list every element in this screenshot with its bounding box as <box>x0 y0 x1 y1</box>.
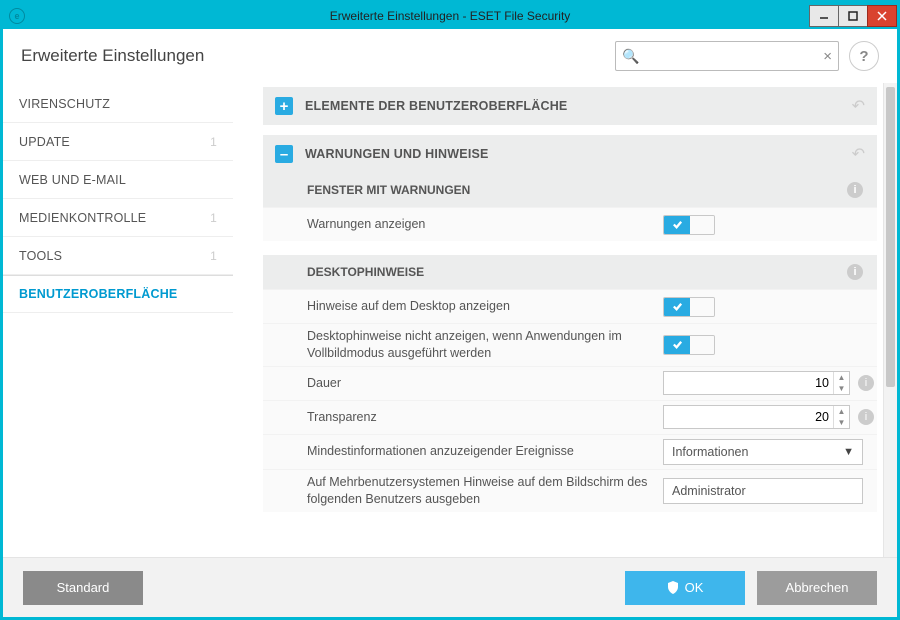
collapse-icon: – <box>275 145 293 163</box>
sidebar-item-count: 1 <box>210 249 217 263</box>
section-alerts-header[interactable]: – WARNUNGEN UND HINWEISE ↶ <box>263 135 877 173</box>
group-desktop-hints: DESKTOPHINWEISE i <box>263 255 877 289</box>
undo-icon[interactable]: ↶ <box>852 96 865 116</box>
info-icon[interactable]: i <box>847 264 863 280</box>
group-windows-warnings: FENSTER MIT WARNUNGEN i <box>263 173 877 207</box>
sidebar-item-label: VIRENSCHUTZ <box>19 97 110 111</box>
sidebar-item-label: WEB UND E-MAIL <box>19 173 126 187</box>
scrollbar-thumb[interactable] <box>886 87 895 387</box>
info-icon[interactable]: i <box>858 375 874 391</box>
cancel-button[interactable]: Abbrechen <box>757 571 877 605</box>
section-title: WARNUNGEN UND HINWEISE <box>305 147 489 161</box>
page-title: Erweiterte Einstellungen <box>21 46 204 66</box>
search-field[interactable]: 🔍 × <box>615 41 839 71</box>
transparency-value[interactable] <box>664 410 833 424</box>
row-transparency: Transparenz ▲▼ i <box>263 400 877 434</box>
group-title: DESKTOPHINWEISE <box>307 265 424 279</box>
row-multiuser: Auf Mehrbenutzersystemen Hinweise auf de… <box>263 469 877 512</box>
sidebar-item-label: BENUTZEROBERFLÄCHE <box>19 287 177 301</box>
maximize-button[interactable] <box>838 5 868 27</box>
sidebar-item-label: MEDIENKONTROLLE <box>19 211 146 225</box>
window-title: Erweiterte Einstellungen - ESET File Sec… <box>330 9 571 23</box>
toggle-show-warnings[interactable] <box>663 215 715 235</box>
setting-label: Desktophinweise nicht anzeigen, wenn Anw… <box>307 328 663 362</box>
info-icon[interactable]: i <box>858 409 874 425</box>
duration-input[interactable]: ▲▼ <box>663 371 850 395</box>
sidebar-item-web-email[interactable]: WEB UND E-MAIL <box>3 161 233 199</box>
setting-label: Hinweise auf dem Desktop anzeigen <box>307 298 663 315</box>
expand-icon: + <box>275 97 293 115</box>
page-header: Erweiterte Einstellungen 🔍 × ? <box>3 29 897 83</box>
multiuser-input[interactable]: Administrator <box>663 478 863 504</box>
toggle-show-desktop-hints[interactable] <box>663 297 715 317</box>
app-icon: e <box>9 8 25 24</box>
sidebar-item-label: UPDATE <box>19 135 70 149</box>
sidebar-item-virenschutz[interactable]: VIRENSCHUTZ <box>3 85 233 123</box>
setting-label: Warnungen anzeigen <box>307 216 663 233</box>
spinner-down-icon[interactable]: ▼ <box>834 383 849 394</box>
sidebar-item-medienkontrolle[interactable]: MEDIENKONTROLLE 1 <box>3 199 233 237</box>
select-value: Informationen <box>672 445 748 459</box>
settings-window: e Erweiterte Einstellungen - ESET File S… <box>3 3 897 617</box>
row-min-events: Mindestinformationen anzuzeigender Ereig… <box>263 434 877 469</box>
scrollbar[interactable] <box>883 83 897 557</box>
setting-label: Auf Mehrbenutzersystemen Hinweise auf de… <box>307 474 663 508</box>
setting-label: Dauer <box>307 375 663 392</box>
close-button[interactable] <box>867 5 897 27</box>
search-input[interactable] <box>639 49 823 64</box>
sidebar-item-update[interactable]: UPDATE 1 <box>3 123 233 161</box>
transparency-input[interactable]: ▲▼ <box>663 405 850 429</box>
section-title: ELEMENTE DER BENUTZEROBERFLÄCHE <box>305 99 567 113</box>
row-duration: Dauer ▲▼ i <box>263 366 877 400</box>
minimize-button[interactable] <box>809 5 839 27</box>
sidebar-item-benutzeroberflaeche[interactable]: BENUTZEROBERFLÄCHE <box>3 275 233 313</box>
section-ui-elements-header[interactable]: + ELEMENTE DER BENUTZEROBERFLÄCHE ↶ <box>263 87 877 125</box>
titlebar: e Erweiterte Einstellungen - ESET File S… <box>3 3 897 29</box>
spinner-up-icon[interactable]: ▲ <box>834 372 849 383</box>
duration-value[interactable] <box>664 376 833 390</box>
help-button[interactable]: ? <box>849 41 879 71</box>
spinner-up-icon[interactable]: ▲ <box>834 406 849 417</box>
sidebar-item-tools[interactable]: TOOLS 1 <box>3 237 233 275</box>
ok-label: OK <box>685 580 704 595</box>
setting-label: Mindestinformationen anzuzeigender Ereig… <box>307 443 663 460</box>
spinner-down-icon[interactable]: ▼ <box>834 417 849 428</box>
row-show-warnings: Warnungen anzeigen <box>263 207 877 241</box>
sidebar-item-count: 1 <box>210 135 217 149</box>
ok-button[interactable]: OK <box>625 571 745 605</box>
textbox-value: Administrator <box>672 484 746 498</box>
footer: Standard OK Abbrechen <box>3 557 897 617</box>
info-icon[interactable]: i <box>847 182 863 198</box>
chevron-down-icon: ▼ <box>843 446 854 458</box>
row-show-desktop-hints: Hinweise auf dem Desktop anzeigen <box>263 289 877 323</box>
group-title: FENSTER MIT WARNUNGEN <box>307 183 470 197</box>
sidebar-item-count: 1 <box>210 211 217 225</box>
setting-label: Transparenz <box>307 409 663 426</box>
undo-icon[interactable]: ↶ <box>852 144 865 164</box>
search-icon: 🔍 <box>622 48 639 65</box>
shield-icon <box>667 581 679 594</box>
content-pane: + ELEMENTE DER BENUTZEROBERFLÄCHE ↶ – WA… <box>233 83 883 557</box>
toggle-hide-fullscreen[interactable] <box>663 335 715 355</box>
row-hide-fullscreen: Desktophinweise nicht anzeigen, wenn Anw… <box>263 323 877 366</box>
sidebar: VIRENSCHUTZ UPDATE 1 WEB UND E-MAIL MEDIE… <box>3 83 233 557</box>
default-button[interactable]: Standard <box>23 571 143 605</box>
clear-search-icon[interactable]: × <box>823 48 832 65</box>
min-events-select[interactable]: Informationen ▼ <box>663 439 863 465</box>
sidebar-item-label: TOOLS <box>19 249 62 263</box>
